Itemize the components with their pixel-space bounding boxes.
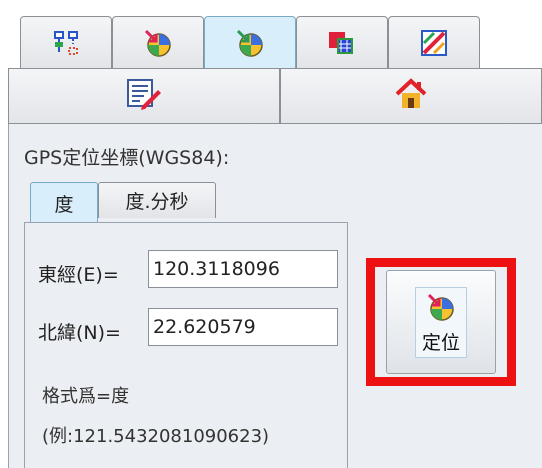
- grid-map-icon: [327, 28, 357, 58]
- locate-button[interactable]: 定位: [386, 270, 496, 374]
- gps-title: GPS定位坐標(WGS84):: [24, 147, 230, 169]
- route-map-icon: [419, 28, 449, 58]
- edit-document-icon: [126, 78, 162, 114]
- locate-button-face: 定位: [414, 286, 467, 358]
- tab-degree[interactable]: 度: [30, 182, 98, 223]
- globe-locate-icon: [143, 28, 173, 58]
- east-longitude-input[interactable]: [148, 250, 338, 288]
- north-latitude-input[interactable]: [148, 308, 338, 346]
- tab-locate-2[interactable]: [204, 16, 296, 68]
- globe-locate-icon: [235, 28, 265, 58]
- tab-locate-1[interactable]: [112, 16, 204, 68]
- example-note: (例:121.5432081090623): [42, 426, 270, 447]
- tab-network[interactable]: [20, 16, 112, 68]
- home-icon: [394, 78, 428, 114]
- format-note: 格式爲=度: [42, 386, 130, 407]
- east-label: 東經(E)=: [38, 264, 119, 286]
- north-label: 北緯(N)=: [38, 322, 121, 344]
- locate-button-label: 定位: [421, 331, 460, 354]
- tab-grid-map[interactable]: [296, 16, 388, 68]
- tab-degree-minute-second[interactable]: 度.分秒: [98, 182, 216, 218]
- network-tree-icon: [53, 30, 79, 56]
- tab-home[interactable]: [280, 68, 542, 124]
- tab-route-map[interactable]: [388, 16, 480, 68]
- globe-locate-icon: [426, 292, 456, 326]
- tab-edit[interactable]: [8, 68, 280, 124]
